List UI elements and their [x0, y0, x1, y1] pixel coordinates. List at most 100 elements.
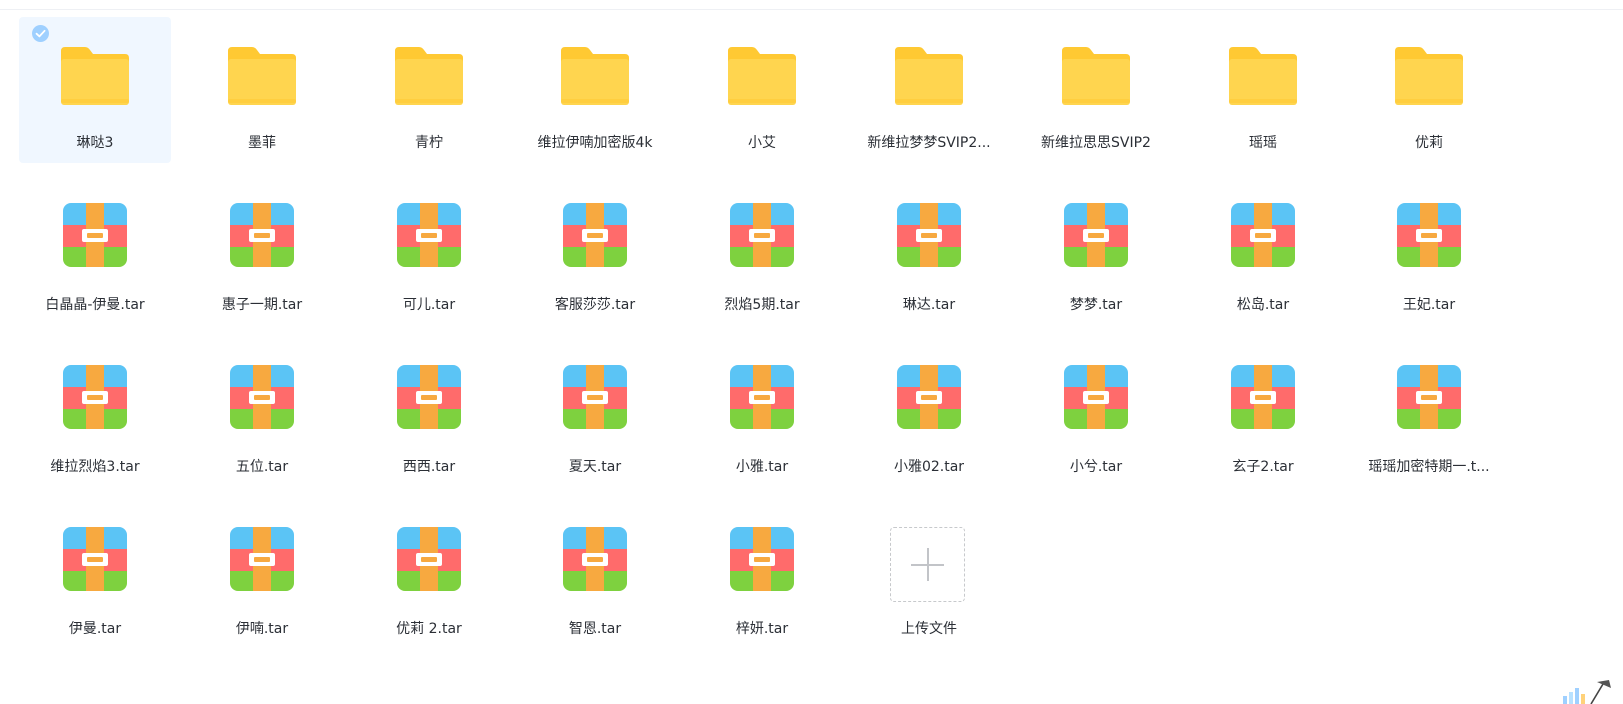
archive-icon — [1058, 203, 1134, 271]
file-name-label: 白晶晶-伊曼.tar — [45, 297, 145, 313]
folder-item[interactable]: 瑶瑶 — [1187, 17, 1339, 163]
archive-file-item[interactable]: 维拉烈焰3.tar — [19, 341, 171, 487]
archive-file-item[interactable]: 夏天.tar — [519, 341, 671, 487]
archive-file-item[interactable]: 伊喃.tar — [186, 503, 338, 649]
archive-icon — [891, 203, 967, 271]
archive-file-item[interactable]: 梓妍.tar — [686, 503, 838, 649]
archive-icon — [391, 527, 467, 595]
upload-file-button[interactable]: 上传文件 — [853, 503, 1005, 649]
archive-file-item[interactable]: 王妃.tar — [1353, 179, 1505, 325]
archive-icon — [1225, 203, 1301, 271]
archive-icon — [1391, 203, 1467, 271]
archive-file-item[interactable]: 瑶瑶加密特期一.t... — [1353, 341, 1505, 487]
archive-file-item[interactable]: 小雅.tar — [686, 341, 838, 487]
selected-check-icon[interactable] — [32, 25, 49, 42]
archive-file-item[interactable]: 烈焰5期.tar — [686, 179, 838, 325]
archive-file-item[interactable]: 优莉 2.tar — [353, 503, 505, 649]
file-name-label: 梦梦.tar — [1069, 297, 1123, 313]
file-name-label: 小兮.tar — [1069, 459, 1123, 475]
folder-icon — [557, 37, 633, 105]
file-name-label: 烈焰5期.tar — [724, 297, 800, 313]
file-name-label: 青柠 — [415, 135, 443, 151]
archive-icon — [391, 365, 467, 433]
archive-icon — [224, 527, 300, 595]
file-name-label: 惠子一期.tar — [221, 297, 303, 313]
archive-icon — [224, 203, 300, 271]
folder-item[interactable]: 维拉伊喃加密版4k — [519, 17, 671, 163]
corner-decoration-icon — [1563, 680, 1611, 704]
file-name-label: 小雅02.tar — [893, 459, 965, 475]
file-name-label: 瑶瑶 — [1249, 135, 1277, 151]
file-name-label: 伊喃.tar — [235, 621, 289, 637]
file-name-label: 可儿.tar — [402, 297, 456, 313]
folder-icon — [224, 37, 300, 105]
archive-file-item[interactable]: 客服莎莎.tar — [519, 179, 671, 325]
archive-file-item[interactable]: 松岛.tar — [1187, 179, 1339, 325]
archive-file-item[interactable]: 梦梦.tar — [1020, 179, 1172, 325]
archive-icon — [557, 365, 633, 433]
file-name-label: 墨菲 — [248, 135, 276, 151]
file-name-label: 优莉 2.tar — [396, 621, 462, 637]
archive-icon — [557, 203, 633, 271]
file-name-label: 客服莎莎.tar — [554, 297, 636, 313]
archive-file-item[interactable]: 小兮.tar — [1020, 341, 1172, 487]
folder-icon — [891, 37, 967, 105]
folder-icon — [724, 37, 800, 105]
file-name-label: 小艾 — [748, 135, 776, 151]
archive-file-item[interactable]: 五位.tar — [186, 341, 338, 487]
folder-item[interactable]: 新维拉思思SVIP2 — [1020, 17, 1172, 163]
archive-icon — [57, 527, 133, 595]
file-name-label: 维拉烈焰3.tar — [50, 459, 140, 475]
archive-file-item[interactable]: 惠子一期.tar — [186, 179, 338, 325]
archive-file-item[interactable]: 白晶晶-伊曼.tar — [19, 179, 171, 325]
folder-item[interactable]: 墨菲 — [186, 17, 338, 163]
file-name-label: 智恩.tar — [568, 621, 622, 637]
archive-file-item[interactable]: 琳达.tar — [853, 179, 1005, 325]
archive-icon — [724, 365, 800, 433]
file-name-label: 玄子2.tar — [1232, 459, 1294, 475]
folder-icon — [391, 37, 467, 105]
folder-icon — [1391, 37, 1467, 105]
folder-item[interactable]: 小艾 — [686, 17, 838, 163]
archive-icon — [724, 203, 800, 271]
file-name-label: 夏天.tar — [568, 459, 622, 475]
archive-icon — [891, 365, 967, 433]
upload-label: 上传文件 — [901, 621, 957, 637]
archive-file-item[interactable]: 玄子2.tar — [1187, 341, 1339, 487]
file-name-label: 新维拉梦梦SVIP2... — [867, 135, 991, 151]
archive-icon — [1058, 365, 1134, 433]
file-name-label: 伊曼.tar — [68, 621, 122, 637]
plus-icon — [890, 527, 965, 602]
folder-item[interactable]: 青柠 — [353, 17, 505, 163]
archive-file-item[interactable]: 小雅02.tar — [853, 341, 1005, 487]
file-name-label: 松岛.tar — [1236, 297, 1290, 313]
archive-file-item[interactable]: 西西.tar — [353, 341, 505, 487]
archive-icon — [1225, 365, 1301, 433]
folder-icon — [57, 37, 133, 105]
folder-icon — [1225, 37, 1301, 105]
file-name-label: 梓妍.tar — [735, 621, 789, 637]
file-name-label: 琳哒3 — [76, 135, 114, 151]
archive-file-item[interactable]: 可儿.tar — [353, 179, 505, 325]
archive-icon — [557, 527, 633, 595]
file-name-label: 瑶瑶加密特期一.t... — [1368, 459, 1490, 475]
archive-icon — [57, 203, 133, 271]
folder-item[interactable]: 新维拉梦梦SVIP2... — [853, 17, 1005, 163]
file-name-label: 王妃.tar — [1402, 297, 1456, 313]
file-name-label: 五位.tar — [235, 459, 289, 475]
archive-icon — [724, 527, 800, 595]
folder-item[interactable]: 琳哒3 — [19, 17, 171, 163]
folder-icon — [1058, 37, 1134, 105]
archive-icon — [57, 365, 133, 433]
archive-file-item[interactable]: 伊曼.tar — [19, 503, 171, 649]
file-name-label: 优莉 — [1415, 135, 1443, 151]
file-name-label: 维拉伊喃加密版4k — [537, 135, 653, 151]
file-grid: 琳哒3 墨菲 青柠 维拉伊喃加密版4k 小艾 新维拉梦梦SVIP2... 新维拉思思SVIP… — [0, 0, 1623, 704]
archive-icon — [1391, 365, 1467, 433]
file-name-label: 琳达.tar — [902, 297, 956, 313]
file-name-label: 小雅.tar — [735, 459, 789, 475]
file-name-label: 西西.tar — [402, 459, 456, 475]
folder-item[interactable]: 优莉 — [1353, 17, 1505, 163]
archive-icon — [391, 203, 467, 271]
archive-file-item[interactable]: 智恩.tar — [519, 503, 671, 649]
